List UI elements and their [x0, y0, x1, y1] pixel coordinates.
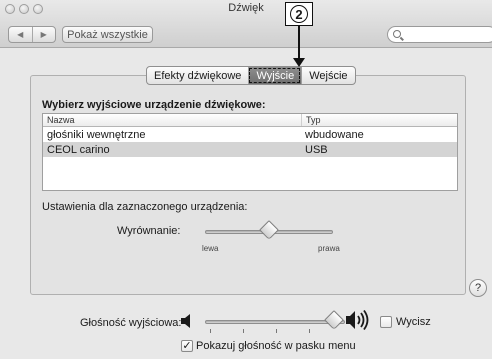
back-forward-control: ◀ ▶ [8, 26, 56, 43]
volume-tick [309, 329, 310, 333]
callout-arrow-head-icon [293, 58, 305, 67]
step-callout: 2 [285, 2, 313, 26]
mute-checkbox[interactable] [380, 316, 392, 328]
table-row-selected[interactable]: CEOL carino USB [43, 142, 457, 157]
speaker-low-icon [181, 314, 190, 328]
callout-arrow-line [298, 26, 300, 60]
column-header-type[interactable]: Typ [301, 114, 457, 126]
device-type: wbudowane [305, 128, 364, 141]
tab-sound-effects[interactable]: Efekty dźwiękowe [147, 67, 248, 84]
volume-tick [276, 329, 277, 333]
speaker-high-icon [346, 310, 369, 330]
column-header-name[interactable]: Nazwa [43, 114, 301, 126]
callout-number: 2 [290, 5, 308, 23]
device-type: USB [305, 143, 328, 156]
back-button[interactable]: ◀ [9, 27, 32, 42]
show-all-button[interactable]: Pokaż wszystkie [62, 26, 153, 43]
mute-label: Wycisz [396, 316, 431, 328]
search-icon [393, 30, 401, 38]
balance-left-label: lewa [202, 244, 219, 253]
window-title: Dźwięk [228, 2, 264, 14]
output-volume-slider-thumb[interactable] [323, 310, 344, 330]
balance-right-label: prawa [318, 244, 340, 253]
search-input[interactable] [387, 26, 492, 43]
tab-input[interactable]: Wejście [301, 67, 354, 84]
sound-preferences-window: Dźwięk ◀ ▶ Pokaż wszystkie 2 Efekty dźwi… [0, 0, 492, 359]
volume-tick [210, 329, 211, 333]
tab-output[interactable]: Wyjście [248, 67, 302, 84]
device-name: głośniki wewnętrzne [47, 128, 146, 141]
tab-bar: Efekty dźwiękowe Wyjście Wejście [146, 66, 356, 85]
output-device-heading: Wybierz wyjściowe urządzenie dźwiękowe: [42, 99, 266, 111]
table-row[interactable]: głośniki wewnętrzne wbudowane [43, 127, 457, 142]
title-bar: Dźwięk ◀ ▶ Pokaż wszystkie [0, 0, 492, 48]
volume-tick [243, 329, 244, 333]
output-device-table: Nazwa Typ głośniki wewnętrzne wbudowane … [42, 113, 458, 191]
show-volume-in-menubar-checkbox[interactable]: ✓ [181, 340, 193, 352]
table-header: Nazwa Typ [43, 114, 457, 127]
output-volume-label: Głośność wyjściowa: [80, 317, 182, 329]
help-button[interactable]: ? [469, 279, 487, 297]
device-settings-label: Ustawienia dla zaznaczonego urządzenia: [42, 201, 248, 213]
show-volume-in-menubar-label: Pokazuj głośność w pasku menu [196, 340, 356, 352]
balance-label: Wyrównanie: [117, 225, 181, 237]
device-name: CEOL carino [47, 143, 110, 156]
forward-button[interactable]: ▶ [31, 27, 56, 42]
